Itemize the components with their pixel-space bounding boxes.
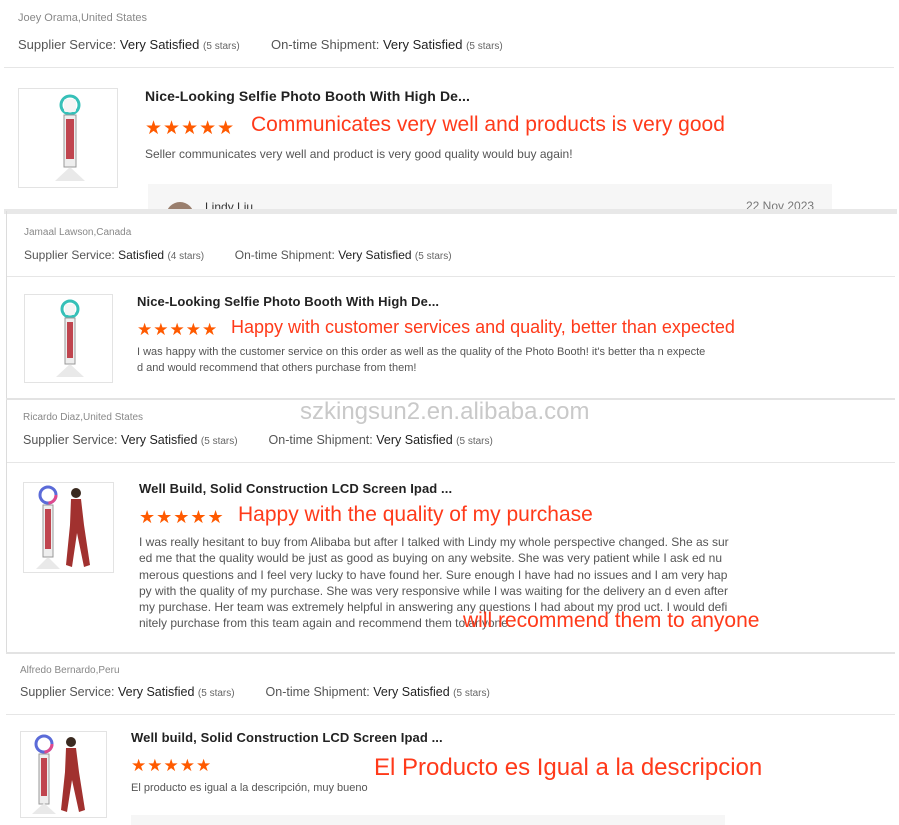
seller-reply: Lindy Liu 22 Nov 2023 bbox=[148, 184, 832, 210]
divider bbox=[4, 67, 894, 68]
product-title[interactable]: Nice-Looking Selfie Photo Booth With Hig… bbox=[145, 88, 470, 104]
rating-summary: Supplier Service: Very Satisfied (5 star… bbox=[18, 37, 503, 52]
shipment-value: Very Satisfied bbox=[382, 37, 463, 52]
reviewer-name: Jamaal Lawson,Canada bbox=[24, 227, 132, 238]
card-border bbox=[6, 211, 7, 399]
supplier-service-label: Supplier Service: bbox=[24, 248, 115, 262]
photo-booth-image bbox=[55, 94, 85, 181]
shipment-label: On-time Shipment: bbox=[268, 433, 373, 447]
shipment-stars: (5 stars) bbox=[466, 41, 503, 52]
seller-reply bbox=[131, 815, 725, 825]
rating-summary: Supplier Service: Very Satisfied (5 star… bbox=[20, 685, 490, 699]
shipment-label: On-time Shipment: bbox=[234, 248, 335, 262]
divider bbox=[6, 652, 895, 654]
star-rating: ★★★★★ bbox=[139, 507, 225, 527]
star-rating: ★★★★★ bbox=[145, 118, 236, 139]
star-rating: ★★★★★ bbox=[131, 756, 213, 775]
supplier-service-value: Very Satisfied bbox=[117, 685, 195, 699]
supplier-service-value: Satisfied bbox=[118, 248, 165, 262]
supplier-service-value: Very Satisfied bbox=[119, 37, 200, 52]
shipment-stars: (5 stars) bbox=[453, 688, 490, 699]
photo-booth-with-model-image bbox=[32, 734, 85, 814]
supplier-service-stars: (5 stars) bbox=[200, 436, 238, 447]
rating-summary: Supplier Service: Satisfied (4 stars) On… bbox=[24, 248, 452, 262]
rating-summary: Supplier Service: Very Satisfied (5 star… bbox=[23, 433, 493, 447]
divider bbox=[4, 209, 897, 214]
photo-booth-with-model-image bbox=[36, 485, 90, 569]
shipment-label: On-time Shipment: bbox=[270, 37, 380, 52]
review-headline: Happy with customer services and quality… bbox=[231, 317, 735, 337]
product-title[interactable]: Nice-Looking Selfie Photo Booth With Hig… bbox=[137, 294, 439, 309]
divider bbox=[6, 462, 895, 463]
supplier-service-stars: (4 stars) bbox=[167, 251, 205, 262]
star-rating: ★★★★★ bbox=[137, 320, 219, 339]
supplier-service-stars: (5 stars) bbox=[197, 688, 235, 699]
reviewer-name: Ricardo Diaz,United States bbox=[23, 412, 144, 423]
shipment-label: On-time Shipment: bbox=[265, 685, 370, 699]
shipment-value: Very Satisfied bbox=[338, 248, 412, 262]
review-text: I was happy with the customer service on… bbox=[137, 346, 706, 374]
product-thumbnail[interactable] bbox=[20, 731, 107, 818]
review-overlay-caption: will recommend them to anyone bbox=[463, 609, 760, 632]
shipment-stars: (5 stars) bbox=[414, 251, 452, 262]
product-title[interactable]: Well build, Solid Construction LCD Scree… bbox=[131, 730, 443, 745]
supplier-service-label: Supplier Service: bbox=[23, 433, 118, 447]
review-headline: Happy with the quality of my purchase bbox=[238, 503, 593, 526]
photo-booth-image bbox=[56, 299, 84, 377]
review-text: El producto es igual a la descripción, m… bbox=[131, 782, 368, 794]
product-thumbnail[interactable] bbox=[24, 294, 113, 383]
product-title[interactable]: Well Build, Solid Construction LCD Scree… bbox=[139, 481, 452, 496]
card-border bbox=[6, 400, 7, 652]
review-headline: El Producto es Igual a la descripcion bbox=[374, 754, 763, 781]
divider bbox=[6, 276, 895, 277]
review-headline: Communicates very well and products is v… bbox=[251, 113, 725, 136]
product-thumbnail[interactable] bbox=[18, 88, 118, 188]
reviewer-name: Alfredo Bernardo,Peru bbox=[20, 665, 120, 676]
supplier-service-label: Supplier Service: bbox=[18, 37, 117, 52]
reviewer-name: Joey Orama,United States bbox=[18, 12, 148, 24]
shipment-stars: (5 stars) bbox=[456, 436, 493, 447]
supplier-service-stars: (5 stars) bbox=[203, 41, 240, 52]
divider bbox=[6, 714, 895, 715]
shipment-value: Very Satisfied bbox=[376, 433, 453, 447]
review-text: Seller communicates very well and produc… bbox=[145, 147, 573, 161]
supplier-service-value: Very Satisfied bbox=[120, 433, 198, 447]
shipment-value: Very Satisfied bbox=[373, 685, 450, 699]
product-thumbnail[interactable] bbox=[23, 482, 114, 573]
watermark: szkingsun2.en.alibaba.com bbox=[300, 398, 590, 425]
supplier-service-label: Supplier Service: bbox=[20, 685, 115, 699]
